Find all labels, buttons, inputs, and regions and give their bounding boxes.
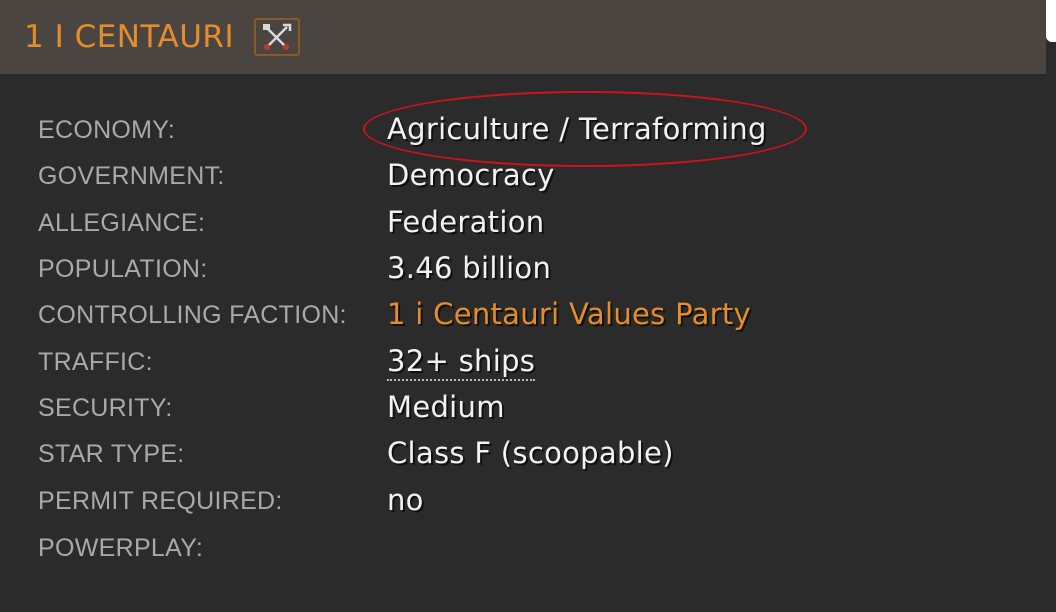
- row-traffic: TRAFFIC: 32+ ships: [0, 340, 1046, 386]
- security-value: Medium: [387, 390, 505, 424]
- population-label: POPULATION:: [38, 255, 208, 283]
- row-permit-required: PERMIT REQUIRED: no: [0, 479, 1046, 525]
- permit-required-value: no: [387, 483, 424, 517]
- controlling-faction-label: CONTROLLING FACTION:: [38, 301, 347, 329]
- system-title: 1 I CENTAURI: [24, 19, 235, 55]
- government-value: Democracy: [387, 158, 555, 192]
- row-controlling-faction: CONTROLLING FACTION: 1 i Centauri Values…: [0, 293, 1046, 339]
- row-star-type: STAR TYPE: Class F (scoopable): [0, 432, 1046, 478]
- traffic-label: TRAFFIC:: [38, 348, 153, 376]
- scrollbar[interactable]: [1046, 0, 1056, 612]
- allegiance-value: Federation: [387, 205, 545, 239]
- system-info-panel: 1 I CENTAURI ECONOMY: Agriculture / Terr…: [0, 0, 1046, 612]
- economy-value: Agriculture / Terraforming: [387, 112, 767, 146]
- traffic-value[interactable]: 32+ ships: [387, 344, 536, 381]
- system-header: 1 I CENTAURI: [0, 0, 1046, 74]
- allegiance-label: ALLEGIANCE:: [38, 209, 206, 237]
- row-allegiance: ALLEGIANCE: Federation: [0, 201, 1046, 247]
- star-type-label: STAR TYPE:: [38, 440, 185, 468]
- security-label: SECURITY:: [38, 394, 173, 422]
- powerplay-label: POWERPLAY:: [38, 534, 204, 562]
- crossed-tools-icon[interactable]: [254, 18, 301, 56]
- economy-label: ECONOMY:: [38, 116, 176, 144]
- row-government: GOVERNMENT: Democracy: [0, 154, 1046, 200]
- row-economy: ECONOMY: Agriculture / Terraforming: [0, 108, 1046, 154]
- population-value: 3.46 billion: [387, 251, 552, 285]
- controlling-faction-link[interactable]: 1 i Centauri Values Party: [387, 297, 751, 331]
- scrollbar-thumb[interactable]: [1046, 0, 1056, 42]
- row-powerplay: POWERPLAY:: [0, 526, 1046, 572]
- row-security: SECURITY: Medium: [0, 386, 1046, 432]
- star-type-value: Class F (scoopable): [387, 436, 674, 470]
- permit-required-label: PERMIT REQUIRED:: [38, 487, 283, 515]
- row-population: POPULATION: 3.46 billion: [0, 247, 1046, 293]
- government-label: GOVERNMENT:: [38, 162, 225, 190]
